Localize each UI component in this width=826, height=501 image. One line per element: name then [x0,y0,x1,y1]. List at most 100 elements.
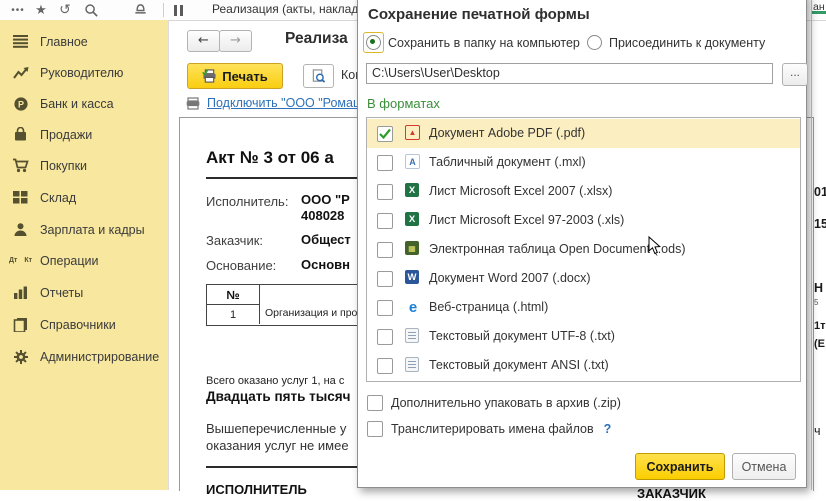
back-button[interactable]: ← [187,30,220,52]
clipped-fragment: Н [814,281,823,295]
doc-paragraph: Вышеперечисленные у [206,421,346,436]
sidebar-item-label: Главное [40,35,88,49]
preview-button[interactable] [303,64,334,88]
bar-chart-icon [12,284,29,301]
sidebar-item-glavnoe[interactable]: Главное [0,26,168,57]
format-option-txt-utf8[interactable]: Текстовый документ UTF-8 (.txt) [367,322,800,351]
formats-section-header: В форматах [367,96,440,111]
format-option-pdf[interactable]: ▲ Документ Adobe PDF (.pdf) [367,119,800,148]
sidebar-item-label: Продажи [40,128,92,142]
sidebar-item-zarplata[interactable]: Зарплата и кадры [0,214,168,245]
format-option-txt-ansi[interactable]: Текстовый документ ANSI (.txt) [367,351,800,380]
format-label: Веб-страница (.html) [429,300,548,314]
radio-attach-to-document[interactable]: Присоединить к документу [587,35,765,50]
checkbox[interactable] [377,213,393,229]
checkbox[interactable] [377,358,393,374]
checkbox[interactable] [377,271,393,287]
cart-icon [12,157,29,174]
form-tab-icon [170,0,186,20]
format-option-docx[interactable]: W Документ Word 2007 (.docx) [367,264,800,293]
sidebar-item-sklad[interactable]: Склад [0,182,168,213]
format-option-html[interactable]: e Веб-страница (.html) [367,293,800,322]
sidebar-item-administrirovanie[interactable]: Администрирование [0,341,168,372]
checkbox[interactable] [377,126,393,142]
dt-kt-icon: ДтКт [12,252,29,269]
menu-dots-icon[interactable]: ••• [6,0,30,20]
doc-field-label: Исполнитель: [206,194,288,209]
ruble-coin-icon: Р [12,95,29,112]
doc-footer-right: ЗАКАЗЧИК [637,486,706,501]
sidebar-item-label: Склад [40,191,76,205]
focus-ring [363,32,384,53]
gear-icon [12,348,29,365]
checkbox[interactable] [377,329,393,345]
checkbox[interactable] [377,155,393,171]
doc-summary-small: Всего оказано услуг 1, на с [206,375,344,387]
pdf-icon: ▲ [405,125,420,140]
toolbar-separator [163,3,164,17]
excel-icon: X [405,212,419,226]
tab-title[interactable]: Реализация (акты, накладн [212,2,362,16]
excel-icon: X [405,183,419,197]
clipped-fragment: ч [814,424,821,438]
html-icon: e [405,299,421,315]
formats-list: ▲ Документ Adobe PDF (.pdf) A Табличный … [366,117,801,382]
radio-save-to-folder[interactable]: Сохранить в папку на компьютер [366,35,580,50]
zip-checkbox-label: Дополнительно упаковать в архив (.zip) [391,396,621,410]
doc-field-value: Основн [301,257,350,272]
checkbox[interactable] [377,242,393,258]
doc-field-value: Общест [301,232,351,247]
sidebar-item-label: Отчеты [40,286,83,300]
ods-icon: ▦ [405,241,419,255]
doc-field-value: 408028 [301,208,344,223]
format-option-mxl[interactable]: A Табличный документ (.mxl) [367,148,800,177]
checkbox[interactable] [377,300,393,316]
back-arrow-icon: ← [198,33,209,48]
document-title: Акт № 3 от 06 а [206,148,334,168]
folder-path-input[interactable]: C:\Users\User\Desktop [366,63,773,84]
save-button[interactable]: Сохранить [635,453,725,480]
checkbox[interactable] [367,421,383,437]
radio-button-icon[interactable] [587,35,602,50]
search-icon[interactable] [82,0,100,20]
radio-label: Присоединить к документу [609,36,765,50]
translit-checkbox-label: Транслитерировать имена файлов [391,422,594,436]
format-label: Табличный документ (.mxl) [429,155,586,169]
format-label: Текстовый документ ANSI (.txt) [429,358,609,372]
checkbox[interactable] [377,184,393,200]
clipped-fragment: 15 [814,217,826,231]
printer-icon [202,69,217,83]
help-link[interactable]: ? [604,422,612,436]
checkbox[interactable] [367,395,383,411]
star-icon[interactable]: ★ [32,0,50,20]
sidebar-item-label: Справочники [40,318,116,332]
browse-button[interactable]: ... [782,63,808,86]
format-option-xls[interactable]: X Лист Microsoft Excel 97-2003 (.xls) [367,206,800,235]
mouse-cursor [648,236,661,260]
doc-field-value: ООО "Р [301,192,350,207]
translit-checkbox-row[interactable]: Транслитерировать имена файлов ? [367,421,611,437]
history-icon[interactable]: ↺ [56,0,74,20]
doc-paragraph: оказания услуг не имее [206,438,349,453]
forward-button[interactable]: → [219,30,252,52]
page-boundary-line [811,0,812,490]
mxl-icon: A [405,154,420,169]
sidebar-item-rukovoditelyu[interactable]: Руководителю [0,57,168,88]
zip-checkbox-row[interactable]: Дополнительно упаковать в архив (.zip) [367,395,621,411]
connect-printer-link[interactable]: Подключить "ООО "Ромашк [207,96,359,110]
clipped-fragment: 5 [814,298,818,307]
print-button[interactable]: Печать [187,63,283,89]
format-option-ods[interactable]: ▦ Электронная таблица Open Document (.od… [367,235,800,264]
sidebar-item-spravochniki[interactable]: Справочники [0,309,168,340]
sidebar-item-otchety[interactable]: Отчеты [0,277,168,308]
radio-button-icon[interactable] [366,35,381,50]
sidebar-item-operacii[interactable]: ДтКт Операции [0,245,168,276]
sidebar-item-bank-i-kassa[interactable]: Р Банк и касса [0,88,168,119]
notifications-icon[interactable] [130,0,150,20]
cancel-button[interactable]: Отмена [732,453,796,480]
preview-icon [311,69,326,84]
sidebar-item-pokupki[interactable]: Покупки [0,150,168,181]
format-label: Документ Adobe PDF (.pdf) [429,126,585,140]
format-option-xlsx[interactable]: X Лист Microsoft Excel 2007 (.xlsx) [367,177,800,206]
sidebar-item-prodazhi[interactable]: Продажи [0,119,168,150]
